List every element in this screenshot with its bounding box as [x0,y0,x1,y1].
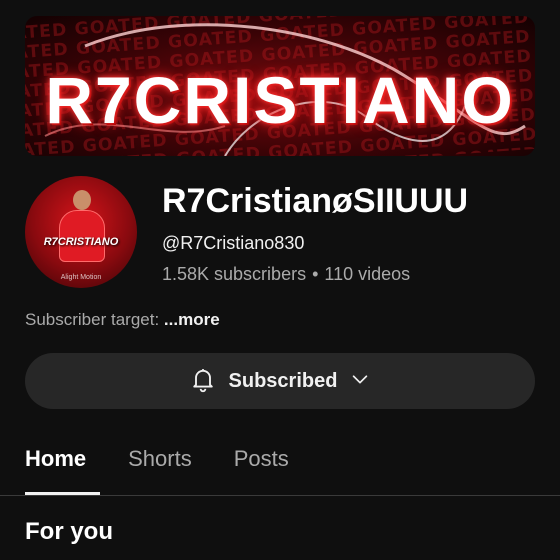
channel-avatar[interactable]: R7CRISTIANO Alight Motion [25,176,137,288]
channel-stats: 1.58K subscribers • 110 videos [162,264,410,285]
channel-banner[interactable]: GOATED GOATED GOATED GOATED GOATED GOATE… [25,16,535,156]
more-link[interactable]: ...more [164,310,220,329]
channel-handle: @R7Cristiano830 [162,233,305,253]
chevron-down-icon [349,368,371,395]
stats-separator: • [312,264,319,284]
description-text: Subscriber target: [25,310,164,329]
tab-home[interactable]: Home [25,440,86,496]
section-title: For you [25,518,113,545]
channel-name: R7CristianøSIIUUU [162,182,469,220]
video-count: 110 videos [324,264,411,284]
subscriber-count: 1.58K subscribers [162,264,307,284]
channel-tabs: Home Shorts Posts [25,440,331,496]
subscribed-label: Subscribed [228,369,338,392]
tab-shorts[interactable]: Shorts [128,440,192,496]
subscribed-button[interactable]: Subscribed [25,353,535,409]
bell-icon [189,365,217,398]
channel-description[interactable]: Subscriber target: ...more [25,310,220,330]
tabs-divider [0,495,560,496]
avatar-title: R7CRISTIANO [43,236,119,248]
banner-title: R7CRISTIANO [45,63,515,137]
tab-posts[interactable]: Posts [234,440,289,496]
avatar-watermark: Alight Motion [60,274,102,281]
avatar-figure-head [73,190,91,210]
